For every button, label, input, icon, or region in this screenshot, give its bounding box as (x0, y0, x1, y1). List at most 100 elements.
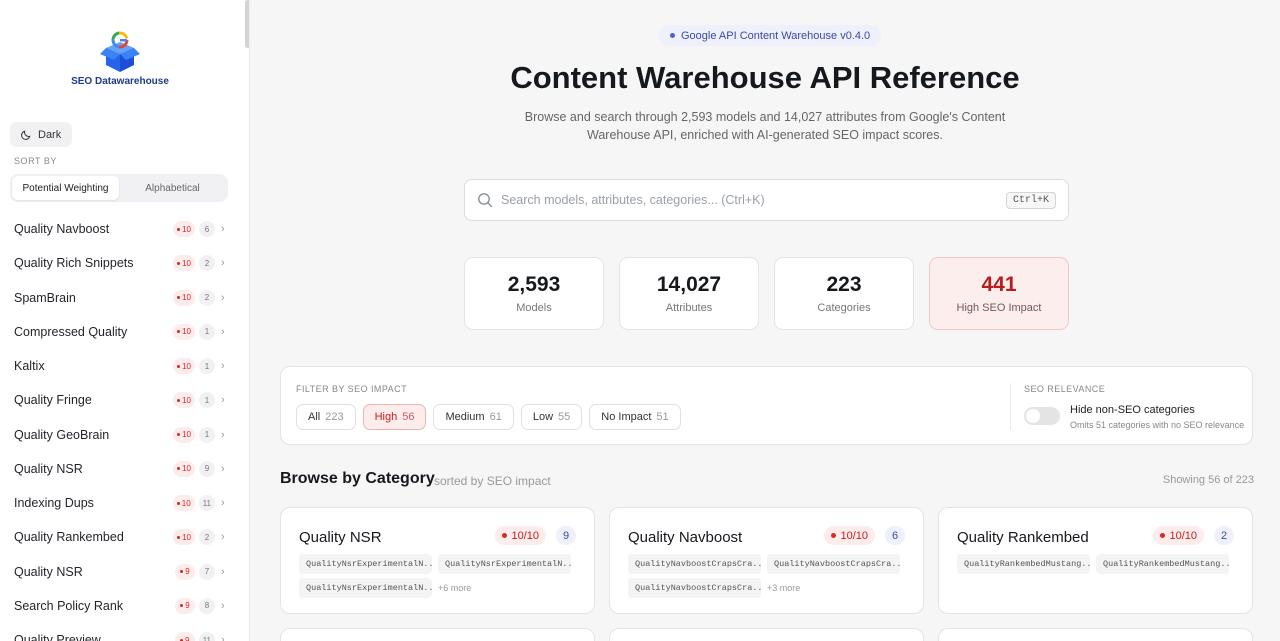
seo-score-badge: 10 (173, 460, 195, 477)
model-count-badge: 1 (199, 323, 215, 340)
seo-score-badge: 9 (175, 597, 195, 614)
sidebar-item-label: Indexing Dups (14, 496, 94, 511)
card-title: Quality Navboost (628, 529, 743, 546)
chip-label: Low (532, 411, 554, 423)
sidebar-item[interactable]: Compressed Quality 10 1 › (0, 315, 245, 349)
version-badge: Google API Content Warehouse v0.4.0 (659, 25, 882, 46)
more-count: +6 more (438, 583, 472, 593)
hide-non-seo-toggle[interactable] (1024, 407, 1060, 425)
dark-mode-button[interactable]: Dark (10, 122, 73, 147)
model-count-badge: 2 (1214, 526, 1234, 545)
stat-label: Categories (817, 302, 871, 314)
sidebar-item[interactable]: Indexing Dups 10 11 › (0, 486, 245, 520)
seo-score-badge: 10/10 (495, 526, 546, 545)
sidebar-item[interactable]: SpamBrain 10 2 › (0, 281, 245, 315)
chip-label: No Impact (601, 411, 652, 423)
model-count-badge: 8 (199, 597, 215, 614)
stat-high-seo-impact[interactable]: 441 High SEO Impact (929, 257, 1069, 330)
sort-toggle: Potential Weighting Alphabetical (10, 174, 228, 202)
filter-chip-all[interactable]: All 223 (296, 404, 356, 430)
sort-alphabetical[interactable]: Alphabetical (119, 176, 226, 200)
seo-score-badge: 10 (173, 358, 195, 375)
chevron-right-icon: › (221, 360, 225, 373)
seo-score-badge: 10 (173, 221, 195, 238)
model-count-badge: 7 (199, 563, 215, 580)
sidebar-item[interactable]: Quality Rich Snippets 10 2 › (0, 246, 245, 280)
search-bar[interactable]: Ctrl+K (464, 179, 1069, 221)
chip-count: 51 (656, 411, 669, 423)
seo-score-badge: 10 (172, 495, 195, 512)
impact-filter-chips: All 223 High 56 Medium 61 Low 55 No Impact 51 (296, 404, 681, 430)
seo-score-badge: 10 (173, 426, 195, 443)
chevron-right-icon: › (221, 428, 225, 441)
attribute-tag: QualityNsrExperimentalN... (299, 578, 432, 598)
chevron-right-icon: › (221, 531, 225, 544)
card-title: Quality Rankembed (957, 529, 1089, 546)
filter-chip-low[interactable]: Low 55 (520, 404, 583, 430)
search-input[interactable] (501, 193, 1006, 207)
stat-categories: 223 Categories (774, 257, 914, 330)
seo-score-badge: 10 (173, 255, 195, 272)
model-count-badge: 2 (199, 529, 215, 546)
chevron-right-icon: › (221, 497, 225, 510)
chevron-right-icon: › (221, 599, 225, 612)
sidebar-item[interactable]: Quality Fringe 10 1 › (0, 383, 245, 417)
model-count-badge: 1 (199, 392, 215, 409)
filter-chip-high[interactable]: High 56 (362, 404, 427, 430)
chevron-right-icon: › (221, 257, 225, 270)
chip-count: 61 (489, 411, 502, 423)
chevron-right-icon: › (221, 462, 225, 475)
chevron-right-icon: › (221, 223, 225, 236)
model-count-badge: 9 (556, 526, 576, 545)
sidebar: SEO Datawarehouse Dark SORT BY Potential… (0, 0, 250, 641)
category-card[interactable] (609, 628, 924, 641)
sidebar-item[interactable]: Kaltix 10 1 › (0, 349, 245, 383)
category-card[interactable]: Quality NSR 10/10 9 QualityNsrExperimentalN… (280, 507, 595, 614)
sidebar-item[interactable]: Search Policy Rank 9 8 › (0, 589, 245, 623)
seo-score-badge: 9 (174, 632, 195, 641)
logo[interactable]: SEO Datawarehouse (60, 30, 180, 87)
seo-score-badge: 10 (173, 289, 195, 306)
page-title: Content Warehouse API Reference (510, 60, 1020, 95)
filter-panel: FILTER BY SEO IMPACT All 223 High 56 Mediu… (280, 366, 1253, 445)
category-card[interactable] (280, 628, 595, 641)
sort-potential-weighting[interactable]: Potential Weighting (12, 176, 119, 200)
category-card[interactable]: Quality Navboost 10/10 6 QualityNavboostCra… (609, 507, 924, 614)
chip-label: High (374, 411, 398, 423)
sidebar-item-label: Quality NSR (14, 564, 83, 579)
sidebar-item[interactable]: Quality Preview 9 11 › (0, 623, 245, 641)
chevron-right-icon: › (221, 291, 225, 304)
category-card[interactable]: Quality Rankembed 10/10 2 QualityRankembedM… (938, 507, 1253, 614)
sidebar-item[interactable]: Quality GeoBrain 10 1 › (0, 418, 245, 452)
chevron-right-icon: › (221, 394, 225, 407)
stat-value: 441 (981, 273, 1017, 296)
chevron-right-icon: › (221, 325, 225, 338)
sidebar-item[interactable]: Quality NSR 9 7 › (0, 555, 245, 589)
model-count-badge: 6 (885, 526, 905, 545)
sidebar-item[interactable]: Quality Rankembed 10 2 › (0, 520, 245, 554)
model-count-badge: 9 (199, 460, 215, 477)
sidebar-item-label: Quality Fringe (14, 393, 92, 408)
filter-chip-medium[interactable]: Medium 61 (433, 404, 514, 430)
model-count-badge: 1 (199, 426, 215, 443)
attribute-tag: QualityNsrExperimentalN... (299, 554, 432, 574)
model-count-badge: 2 (199, 289, 215, 306)
chip-label: Medium (445, 411, 485, 423)
showing-count: Showing 56 of 223 (1162, 474, 1254, 486)
sidebar-item-label: Search Policy Rank (14, 598, 124, 613)
warehouse-box-icon (100, 31, 140, 72)
sidebar-item[interactable]: Quality NSR 10 9 › (0, 452, 245, 486)
chevron-right-icon: › (221, 565, 225, 578)
chip-count: 223 (325, 411, 344, 423)
sidebar-item[interactable]: Quality Navboost 10 6 › (0, 212, 245, 246)
chip-label: All (308, 411, 321, 423)
shortcut-hint: Ctrl+K (1005, 191, 1056, 209)
category-card[interactable] (938, 628, 1253, 641)
filter-chip-no-impact[interactable]: No Impact 51 (589, 404, 681, 430)
sidebar-item-label: Quality GeoBrain (14, 427, 110, 442)
seo-score-badge: 10 (173, 529, 195, 546)
stat-value: 2,593 (507, 273, 561, 296)
stats-row: 2,593 Models 14,027 Attributes 223 Categ… (464, 257, 1069, 330)
chip-count: 56 (402, 411, 415, 423)
sidebar-item-label: Quality Navboost (14, 222, 110, 237)
